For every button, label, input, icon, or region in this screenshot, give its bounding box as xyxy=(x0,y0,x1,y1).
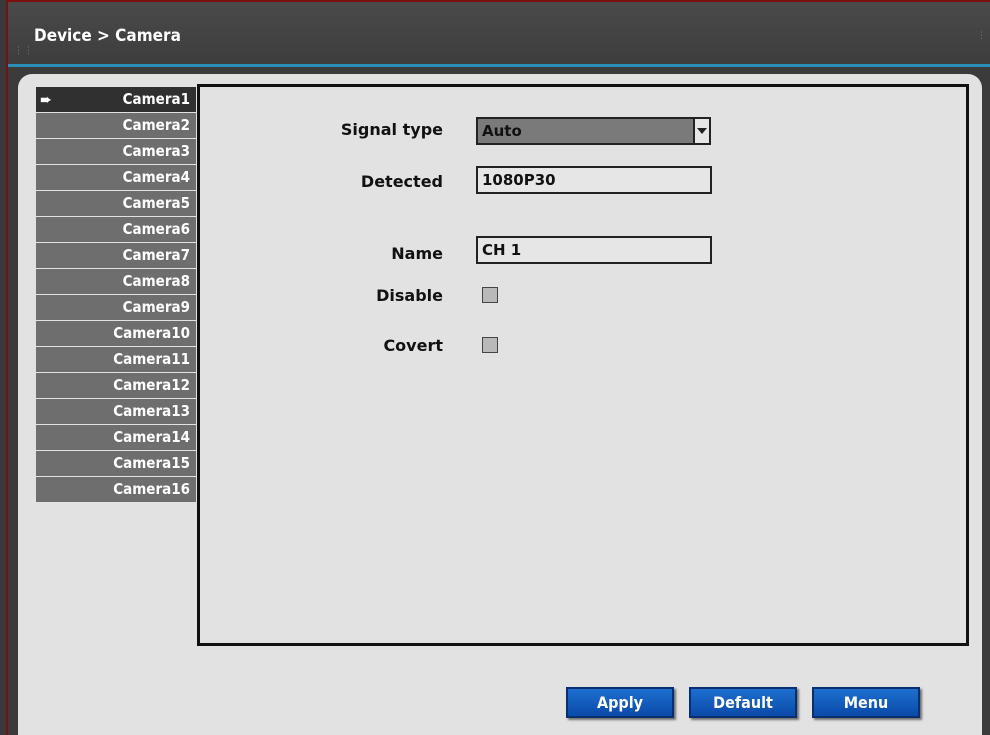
camera-item-label: Camera9 xyxy=(122,298,190,316)
camera-item-label: Camera15 xyxy=(113,454,190,472)
camera-item-label: Camera6 xyxy=(122,220,190,238)
name-value: CH 1 xyxy=(482,241,522,259)
camera-item-7[interactable]: Camera7 xyxy=(36,243,196,268)
default-button[interactable]: Default xyxy=(689,687,797,718)
camera-item-14[interactable]: Camera14 xyxy=(36,425,196,450)
camera-item-label: Camera12 xyxy=(113,376,190,394)
camera-item-5[interactable]: Camera5 xyxy=(36,191,196,216)
covert-label: Covert xyxy=(383,336,443,355)
covert-checkbox[interactable] xyxy=(482,337,498,353)
breadcrumb: Device > Camera xyxy=(34,26,181,46)
camera-item-label: Camera14 xyxy=(113,428,190,446)
camera-item-9[interactable]: Camera9 xyxy=(36,295,196,320)
camera-item-label: Camera4 xyxy=(122,168,190,186)
signal-type-label: Signal type xyxy=(340,120,443,139)
camera-item-label: Camera1 xyxy=(122,90,190,108)
camera-item-13[interactable]: Camera13 xyxy=(36,399,196,424)
camera-item-15[interactable]: Camera15 xyxy=(36,451,196,476)
camera-item-11[interactable]: Camera11 xyxy=(36,347,196,372)
camera-item-4[interactable]: Camera4 xyxy=(36,165,196,190)
detected-value: 1080P30 xyxy=(482,171,556,189)
title-bar: ⋮⋮ Device > Camera ⋮ xyxy=(8,2,990,64)
detected-label: Detected xyxy=(360,172,443,191)
arrow-right-icon: ➨ xyxy=(40,90,53,109)
name-label: Name xyxy=(391,244,443,263)
camera-item-8[interactable]: Camera8 xyxy=(36,269,196,294)
resize-grip-icon: ⋮ xyxy=(977,31,986,41)
camera-item-label: Camera11 xyxy=(113,350,190,368)
camera-item-label: Camera7 xyxy=(122,246,190,264)
signal-type-value: Auto xyxy=(482,122,522,140)
camera-item-6[interactable]: Camera6 xyxy=(36,217,196,242)
apply-button[interactable]: Apply xyxy=(566,687,674,718)
camera-item-12[interactable]: Camera12 xyxy=(36,373,196,398)
camera-list: ➨ Camera1 Camera2 Camera3 Camera4 Camera… xyxy=(36,87,196,503)
camera-item-16[interactable]: Camera16 xyxy=(36,477,196,502)
signal-type-select[interactable]: Auto xyxy=(476,117,711,145)
chevron-down-icon[interactable] xyxy=(693,119,709,143)
disable-label: Disable xyxy=(376,286,443,305)
camera-item-2[interactable]: Camera2 xyxy=(36,113,196,138)
camera-item-label: Camera10 xyxy=(113,324,190,342)
camera-item-10[interactable]: Camera10 xyxy=(36,321,196,346)
camera-item-label: Camera8 xyxy=(122,272,190,290)
camera-item-label: Camera16 xyxy=(113,480,190,498)
camera-item-label: Camera2 xyxy=(122,116,190,134)
grip-icon: ⋮⋮ xyxy=(14,46,34,56)
name-input[interactable]: CH 1 xyxy=(476,236,712,264)
disable-checkbox[interactable] xyxy=(482,287,498,303)
menu-button[interactable]: Menu xyxy=(812,687,920,718)
camera-item-label: Camera5 xyxy=(122,194,190,212)
camera-item-label: Camera13 xyxy=(113,402,190,420)
camera-item-label: Camera3 xyxy=(122,142,190,160)
title-divider xyxy=(8,64,990,67)
camera-item-1[interactable]: ➨ Camera1 xyxy=(36,87,196,112)
camera-item-3[interactable]: Camera3 xyxy=(36,139,196,164)
detected-field: 1080P30 xyxy=(476,166,712,194)
